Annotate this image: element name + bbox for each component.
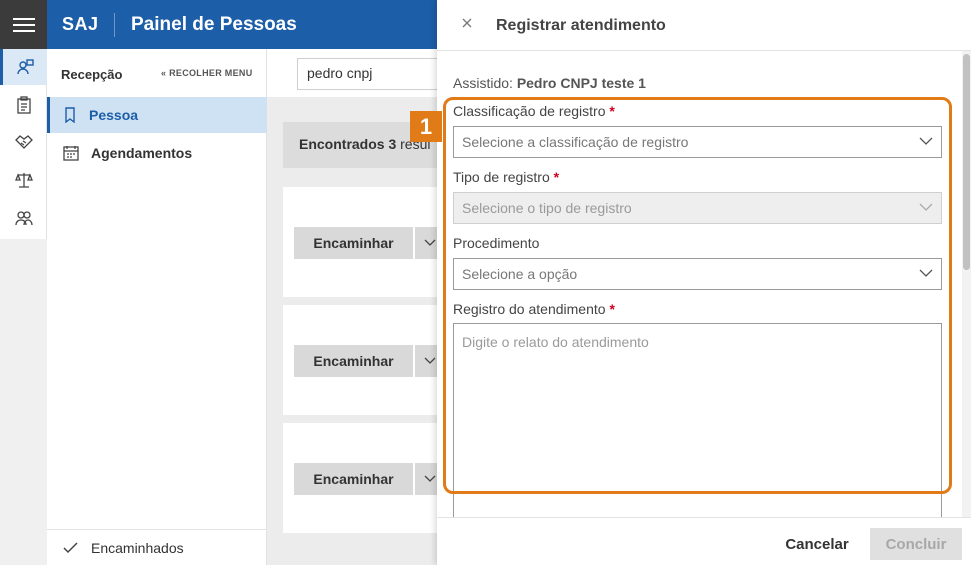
app-title: Painel de Pessoas: [131, 14, 297, 35]
handshake-icon: [14, 135, 33, 149]
hamburger-menu-button[interactable]: [0, 0, 47, 49]
close-icon[interactable]: [459, 15, 475, 31]
bookmark-icon: [65, 107, 75, 123]
tipo-label: Tipo de registro *: [453, 169, 559, 185]
hamburger-line: [12, 23, 35, 26]
scales-icon: [14, 173, 33, 188]
classificacao-label-text: Classificação de registro: [453, 103, 606, 119]
hamburger-line: [12, 17, 35, 20]
procedimento-select[interactable]: Selecione a opção: [453, 258, 942, 290]
encaminhar-button[interactable]: Encaminhar: [294, 227, 413, 259]
chevron-down-icon: [919, 203, 933, 211]
assistido-value: Pedro CNPJ teste 1: [516, 75, 646, 91]
chevron-down-icon: [424, 239, 436, 246]
rail-processos[interactable]: [0, 162, 47, 198]
side-menu: Recepção « RECOLHER MENU Pessoa Agendame…: [47, 49, 267, 565]
encaminhar-button[interactable]: Encaminhar: [294, 463, 413, 495]
collapse-menu-button[interactable]: « RECOLHER MENU: [161, 68, 253, 78]
calendar-icon: [63, 146, 79, 161]
classificacao-placeholder: Selecione a classificação de registro: [462, 134, 689, 150]
panel-header: Registrar atendimento: [437, 0, 971, 51]
results-count: Encontrados 3: [299, 136, 397, 152]
rail-recepcao[interactable]: [0, 49, 47, 85]
tipo-label-text: Tipo de registro: [453, 169, 550, 185]
required-marker: *: [609, 301, 615, 317]
menu-item-encaminhados[interactable]: Encaminhados: [47, 529, 267, 565]
registro-label-text: Registro do atendimento: [453, 301, 606, 317]
menu-foot-label: Encaminhados: [91, 539, 184, 556]
classificacao-select[interactable]: Selecione a classificação de registro: [453, 126, 942, 158]
encaminhar-button[interactable]: Encaminhar: [294, 345, 413, 377]
panel-footer: Cancelar Concluir: [437, 517, 971, 565]
menu-item-label: Pessoa: [89, 107, 139, 123]
brand-divider: [114, 13, 115, 37]
hamburger-line: [12, 29, 35, 32]
required-marker: *: [553, 169, 560, 185]
registrar-atendimento-panel: Registrar atendimento Assistido: Pedro C…: [437, 0, 971, 565]
brand-logo[interactable]: SAJ: [62, 14, 99, 35]
menu-item-label: Agendamentos: [91, 145, 193, 161]
rail-pessoas[interactable]: [0, 200, 47, 236]
classificacao-label: Classificação de registro *: [453, 103, 615, 119]
check-icon: [63, 541, 78, 553]
rail-parcerias[interactable]: [0, 124, 47, 160]
concluir-button[interactable]: Concluir: [870, 528, 962, 560]
tipo-placeholder: Selecione o tipo de registro: [462, 200, 632, 216]
chevron-down-icon: [424, 475, 436, 482]
rail-atendimentos[interactable]: [0, 87, 47, 123]
panel-scrollbar[interactable]: [962, 51, 971, 517]
icon-rail: [0, 49, 47, 239]
chevron-down-icon: [919, 137, 933, 145]
cancel-button[interactable]: Cancelar: [777, 528, 857, 560]
assistido-info: Assistido: Pedro CNPJ teste 1: [453, 75, 646, 91]
chevron-down-icon: [919, 269, 933, 277]
procedimento-label: Procedimento: [453, 235, 540, 251]
required-marker: *: [609, 103, 615, 119]
menu-item-agendamentos[interactable]: Agendamentos: [47, 135, 267, 171]
people-icon: [14, 211, 33, 226]
assistido-label: Assistido:: [453, 75, 513, 91]
clipboard-icon: [16, 96, 31, 114]
step-marker: 1: [410, 111, 442, 142]
registro-textarea[interactable]: Digite o relato do atendimento: [453, 323, 942, 523]
person-badge-icon: [17, 59, 34, 75]
scrollbar-thumb[interactable]: [963, 54, 970, 270]
procedimento-placeholder: Selecione a opção: [462, 266, 578, 282]
panel-title: Registrar atendimento: [496, 17, 666, 34]
tipo-select[interactable]: Selecione o tipo de registro: [453, 192, 942, 224]
menu-heading: Recepção: [61, 67, 123, 82]
menu-item-pessoa[interactable]: Pessoa: [47, 97, 267, 133]
chevron-down-icon: [424, 357, 436, 364]
registro-label: Registro do atendimento *: [453, 301, 615, 317]
